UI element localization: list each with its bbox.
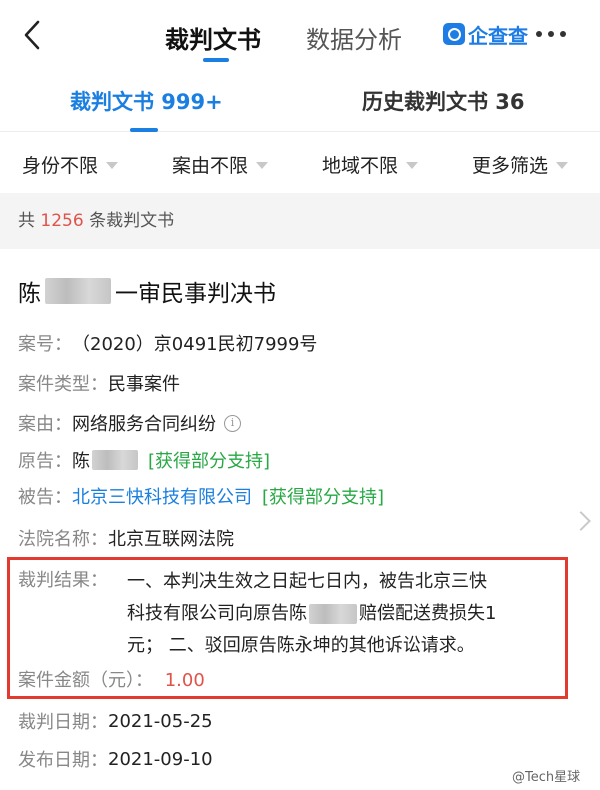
judgment-date-value: 2021-05-25 (108, 710, 213, 732)
result-line-part: 赔偿配送费损失1 (359, 603, 497, 624)
redacted-name (92, 450, 138, 470)
result-line: 一、本判决生效之日起七日内，被告北京三快 (127, 571, 487, 592)
sub-tab-bar: 裁判文书 999+ 历史裁判文书 36 (0, 66, 600, 132)
result-count-bar: 共 1256 条裁判文书 (0, 193, 600, 249)
cause-row: 案由： 网络服务合同纠纷 i (18, 410, 241, 436)
amount-label: 案件金额（元）： (18, 670, 153, 691)
defendant-label: 被告： (18, 487, 72, 508)
logo-text: 企查查 (468, 23, 528, 48)
case-number-label: 案号： (18, 334, 72, 355)
plaintiff-label: 原告： (18, 451, 72, 472)
cause-value: 网络服务合同纠纷 (72, 414, 216, 435)
defendant-row: 被告： 北京三快科技有限公司 [获得部分支持] (18, 483, 384, 509)
plaintiff-name: 陈 (72, 451, 90, 472)
plaintiff-row: 原告： 陈 [获得部分支持] (18, 447, 270, 473)
filter-bar: 身份不限 案由不限 地域不限 更多筛选 (0, 133, 600, 193)
filter-identity[interactable]: 身份不限 (22, 151, 119, 178)
info-icon[interactable]: i (224, 414, 241, 432)
tab-judgment-docs[interactable]: 裁判文书 (165, 20, 261, 55)
result-line-part: 科技有限公司向原告陈 (127, 603, 307, 624)
case-number-value: （2020）京0491民初7999号 (72, 334, 318, 355)
filter-region[interactable]: 地域不限 (322, 151, 419, 178)
publish-date-label: 发布日期： (18, 750, 108, 771)
publish-date-row: 发布日期： 2021-09-10 (18, 746, 213, 772)
watermark: @Tech星球 (512, 770, 581, 785)
filter-more-label: 更多筛选 (472, 155, 549, 177)
publish-date-value: 2021-09-10 (108, 748, 213, 770)
active-subtab-indicator (130, 128, 158, 132)
amount-row: 案件金额（元）： 1.00 (18, 666, 205, 692)
caret-down-icon (406, 162, 419, 169)
title-suffix: 一审民事判决书 (115, 281, 276, 307)
defendant-company-link[interactable]: 北京三快科技有限公司 (72, 483, 252, 509)
count-prefix: 共 (18, 211, 35, 231)
plaintiff-support-tag: [获得部分支持] (148, 451, 271, 472)
court-row: 法院名称： 北京互联网法院 (18, 525, 234, 551)
redacted-name (309, 604, 357, 624)
title-prefix: 陈 (18, 281, 41, 307)
caret-down-icon (256, 162, 269, 169)
cause-label: 案由： (18, 414, 72, 435)
court-label: 法院名称： (18, 529, 108, 550)
redacted-name (45, 278, 111, 304)
active-tab-indicator (203, 58, 229, 62)
qichacha-logo-icon (443, 23, 465, 45)
result-line: 元； 二、驳回原告陈永坤的其他诉讼请求。 (127, 635, 475, 656)
result-line: 科技有限公司向原告陈 赔偿配送费损失1 (127, 598, 567, 630)
count-suffix: 条裁判文书 (89, 211, 175, 231)
subtab-judgment-docs[interactable]: 裁判文书 999+ (70, 86, 223, 116)
tab-data-analysis[interactable]: 数据分析 (306, 20, 402, 55)
top-nav-bar: 裁判文书 数据分析 企查查 (0, 0, 600, 66)
judgment-date-label: 裁判日期： (18, 712, 108, 733)
back-arrow-icon[interactable] (18, 18, 48, 52)
case-type-label: 案件类型： (18, 374, 108, 395)
judgment-date-row: 裁判日期： 2021-05-25 (18, 708, 213, 734)
caret-down-icon (106, 162, 119, 169)
filter-identity-label: 身份不限 (22, 155, 99, 177)
subtab-history-judgment-docs[interactable]: 历史裁判文书 36 (362, 86, 525, 116)
more-options-icon[interactable] (536, 31, 566, 37)
case-type-value: 民事案件 (108, 374, 180, 395)
filter-cause[interactable]: 案由不限 (172, 151, 269, 178)
case-number-row: 案号： （2020）京0491民初7999号 (18, 330, 317, 356)
result-label: 裁判结果： (18, 570, 108, 591)
amount-value: 1.00 (164, 670, 205, 691)
result-count: 1256 (40, 211, 84, 231)
document-title[interactable]: 陈 一审民事判决书 (18, 274, 276, 308)
case-type-row: 案件类型： 民事案件 (18, 370, 180, 396)
chevron-right-icon[interactable] (571, 511, 591, 531)
result-text: 一、本判决生效之日起七日内，被告北京三快 科技有限公司向原告陈 赔偿配送费损失1… (127, 566, 567, 662)
defendant-support-tag: [获得部分支持] (262, 487, 385, 508)
court-value: 北京互联网法院 (108, 529, 234, 550)
filter-region-label: 地域不限 (322, 155, 399, 177)
filter-cause-label: 案由不限 (172, 155, 249, 177)
filter-more[interactable]: 更多筛选 (472, 151, 569, 178)
qichacha-logo: 企查查 (443, 20, 528, 48)
caret-down-icon (556, 162, 569, 169)
